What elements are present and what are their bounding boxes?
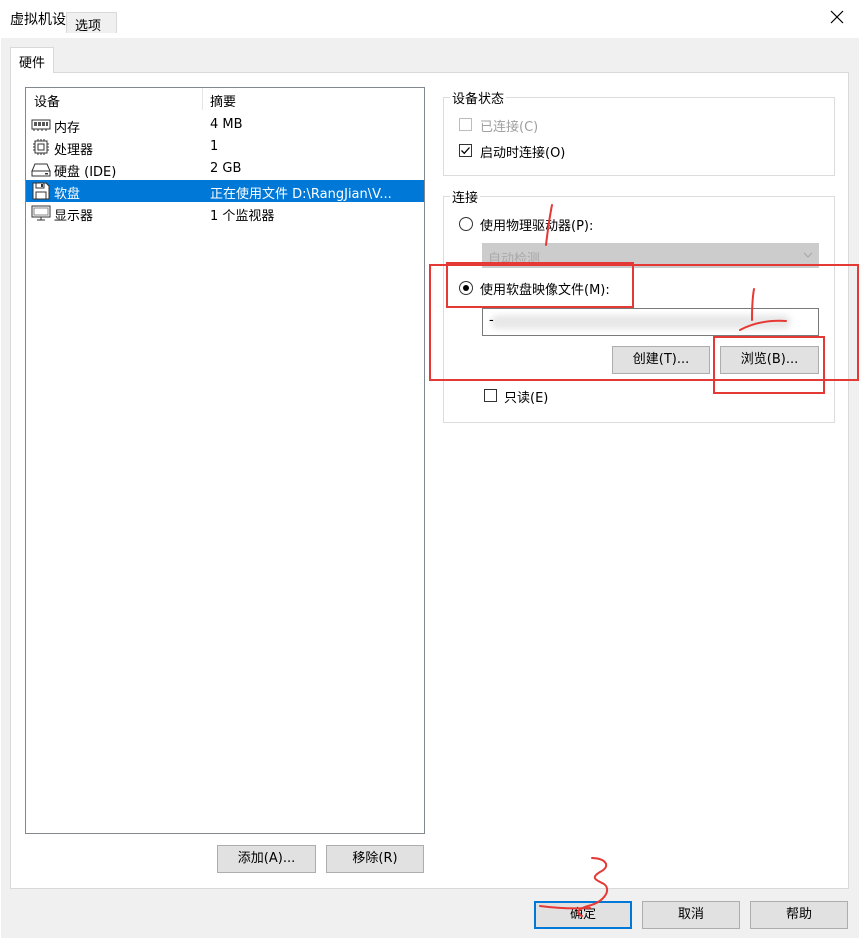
tab-hardware[interactable]: 硬件	[10, 47, 55, 73]
device-name: 硬盘 (IDE)	[54, 165, 117, 180]
device-summary: 4 MB	[210, 117, 243, 132]
annotation-box-browse	[713, 336, 825, 394]
connection-group-label: 连接	[450, 187, 481, 206]
device-list-header: 设备 摘要	[26, 88, 424, 110]
physical-drive-label: 使用物理驱动器(P):	[480, 219, 594, 234]
add-device-button[interactable]: 添加(A)...	[217, 845, 316, 873]
title-bar: 虚拟机设置	[0, 0, 860, 38]
processor-icon	[33, 139, 49, 155]
device-summary: 1	[210, 139, 219, 154]
connect-at-power-on-checkbox[interactable]	[459, 144, 472, 157]
floppy-icon	[32, 182, 50, 200]
device-name: 内存	[54, 121, 81, 136]
device-row-hard-disk[interactable]: 硬盘 (IDE) 2 GB	[26, 158, 424, 180]
checkmark-icon	[461, 147, 470, 155]
annotation-box-image-radio	[446, 262, 634, 308]
device-summary: 1 个监视器	[210, 209, 275, 224]
device-summary: 正在使用文件 D:\RangJian\V...	[210, 187, 392, 202]
device-row-display[interactable]: 显示器 1 个监视器	[26, 202, 424, 224]
connected-label: 已连接(C)	[480, 120, 539, 135]
close-icon[interactable]	[826, 6, 848, 28]
tab-hardware-label: 硬件	[19, 56, 46, 71]
ok-button[interactable]: 确定	[534, 901, 632, 929]
connected-checkbox[interactable]	[459, 118, 472, 131]
connect-at-power-on-label: 启动时连接(O)	[480, 146, 566, 161]
device-list[interactable]: 设备 摘要 内存 4 MB 处理器 1 硬盘 (IDE) 2 GB 软盘 正在使…	[25, 87, 425, 834]
device-name: 软盘	[54, 187, 81, 202]
chevron-down-icon	[803, 252, 813, 258]
hard-disk-icon	[31, 163, 51, 177]
device-row-floppy[interactable]: 软盘 正在使用文件 D:\RangJian\V...	[26, 180, 424, 202]
device-name: 处理器	[54, 143, 94, 158]
help-button[interactable]: 帮助	[750, 901, 848, 929]
device-summary: 2 GB	[210, 161, 242, 176]
memory-icon	[31, 119, 51, 131]
monitor-icon	[31, 205, 51, 221]
cancel-button[interactable]: 取消	[642, 901, 740, 929]
read-only-label: 只读(E)	[504, 391, 549, 406]
physical-drive-radio[interactable]	[459, 217, 473, 231]
column-summary[interactable]: 摘要	[210, 91, 236, 110]
device-status-group	[443, 97, 835, 176]
device-name: 显示器	[54, 209, 94, 224]
read-only-checkbox[interactable]	[484, 389, 497, 402]
device-row-memory[interactable]: 内存 4 MB	[26, 114, 424, 136]
tab-options-label: 选项	[75, 19, 102, 34]
device-row-processor[interactable]: 处理器 1	[26, 136, 424, 158]
tab-options[interactable]: 选项	[66, 12, 117, 34]
remove-device-button[interactable]: 移除(R)	[326, 845, 424, 873]
column-device[interactable]: 设备	[34, 91, 60, 110]
column-separator[interactable]	[202, 88, 203, 110]
device-status-group-label: 设备状态	[450, 88, 507, 107]
